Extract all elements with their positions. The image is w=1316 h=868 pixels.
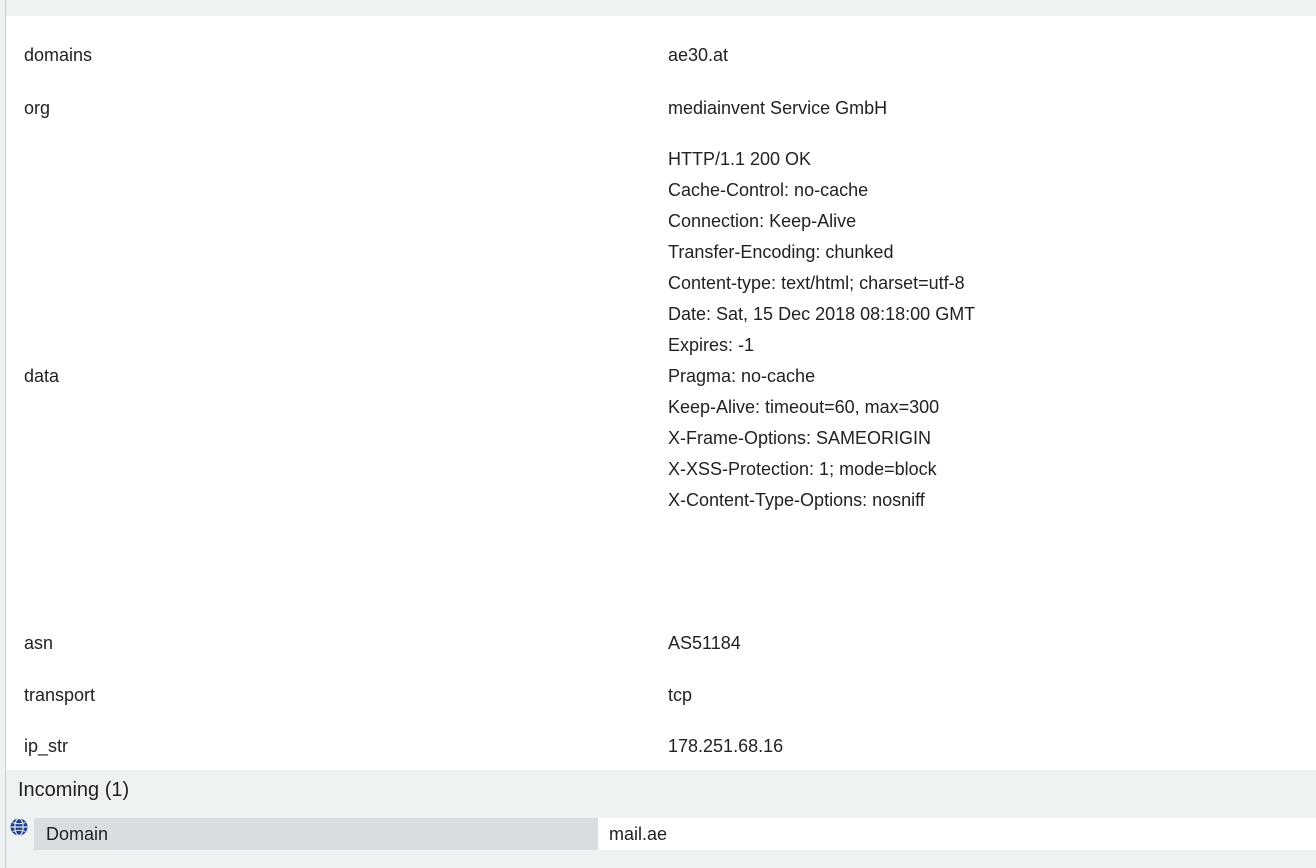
property-key: ip_str xyxy=(24,736,69,756)
incoming-domain-link[interactable]: mail.ae xyxy=(598,818,1316,850)
property-value: AS51184 xyxy=(668,633,741,653)
header-line: X-XSS-Protection: 1; mode=block xyxy=(668,459,937,479)
header-line: Content-type: text/html; charset=utf-8 xyxy=(668,273,965,293)
property-key: domains xyxy=(24,45,93,65)
header-line: Expires: -1 xyxy=(668,335,755,355)
header-line: Transfer-Encoding: chunked xyxy=(668,242,894,262)
property-key: data xyxy=(24,366,60,386)
http-headers: HTTP/1.1 200 OK Cache-Control: no-cache … xyxy=(668,147,975,519)
page: domains ae30.at org mediainvent Service … xyxy=(0,0,1316,868)
property-value: tcp xyxy=(668,685,693,705)
property-value: ae30.at xyxy=(668,45,729,65)
property-key: asn xyxy=(24,633,54,653)
header-line: Date: Sat, 15 Dec 2018 08:18:00 GMT xyxy=(668,304,976,324)
properties-panel: domains ae30.at org mediainvent Service … xyxy=(6,16,1316,770)
header-line: Keep-Alive: timeout=60, max=300 xyxy=(668,397,940,417)
property-value: 178.251.68.16 xyxy=(668,736,784,756)
header-line: Cache-Control: no-cache xyxy=(668,180,869,200)
property-key: org xyxy=(24,98,51,118)
property-value: mediainvent Service GmbH xyxy=(668,98,888,118)
property-key: transport xyxy=(24,685,96,705)
incoming-section-title: Incoming (1) xyxy=(18,779,130,801)
incoming-row[interactable]: Domain mail.ae xyxy=(0,818,1316,868)
incoming-label: Domain xyxy=(34,818,598,850)
header-line: X-Frame-Options: SAMEORIGIN xyxy=(668,428,932,448)
header-line: Connection: Keep-Alive xyxy=(668,211,857,231)
globe-icon xyxy=(10,818,28,836)
header-line: Pragma: no-cache xyxy=(668,366,816,386)
header-line: X-Content-Type-Options: nosniff xyxy=(668,490,925,510)
header-line: HTTP/1.1 200 OK xyxy=(668,149,812,169)
